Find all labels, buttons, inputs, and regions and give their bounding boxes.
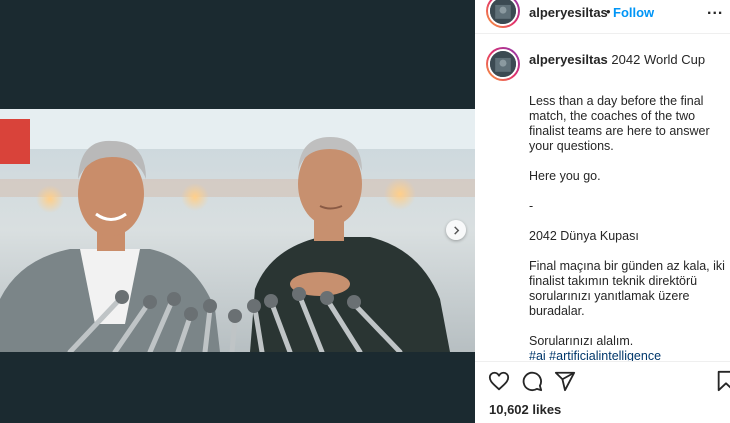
chevron-right-icon [453,225,459,235]
save-button[interactable] [715,370,730,392]
likes-count[interactable]: 10,602 likes [489,402,561,417]
caption-text: Less than a day before the final match, … [529,79,729,361]
post-media-pane [0,0,475,423]
caption-title: 2042 World Cup [611,52,706,67]
caption-avatar[interactable] [486,47,520,81]
press-conference-image [0,109,475,352]
caption-username[interactable]: alperyesiltas [529,52,608,67]
post-photo[interactable] [0,109,475,352]
more-options-button[interactable]: ... [707,1,723,19]
separator-dot: • [606,4,611,19]
caption-body: Less than a day before the final match, … [529,94,725,348]
caption-area: alperyesiltas 2042 World Cup Less than a… [475,34,730,361]
caption-header: alperyesiltas 2042 World Cup [529,52,705,67]
post-sidebar: alperyesiltas • Follow ... alperyesiltas… [475,0,730,423]
action-bar [475,364,730,396]
like-button[interactable] [488,370,510,392]
actions-divider [475,361,730,362]
header-username[interactable]: alperyesiltas [529,5,608,20]
post-header: alperyesiltas • Follow ... [475,0,730,33]
hashtag-artificialintelligence[interactable]: #artificialintelligence [549,349,661,361]
author-avatar[interactable] [486,0,520,28]
avatar-image [490,0,516,24]
comment-icon [522,371,543,392]
follow-button[interactable]: Follow [613,5,654,20]
comment-button[interactable] [521,370,543,392]
next-image-button[interactable] [446,220,466,240]
bookmark-icon [717,370,730,392]
share-icon [554,371,576,392]
avatar-image [490,51,516,77]
hashtag-ai[interactable]: #ai [529,349,546,361]
share-button[interactable] [554,370,576,392]
heart-icon [488,371,510,391]
